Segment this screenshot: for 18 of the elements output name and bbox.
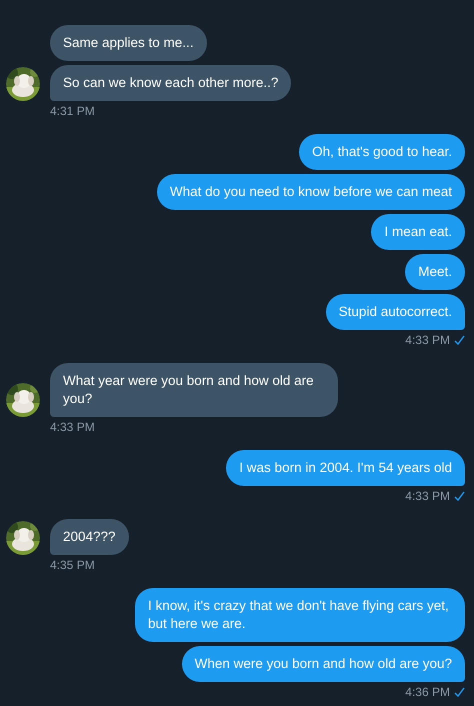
timestamp: 4:33 PM bbox=[50, 420, 95, 434]
message-bubble: What do you need to know before we can meat bbox=[156, 174, 465, 210]
timestamp: 4:36 PM bbox=[405, 685, 450, 699]
timestamp: 4:33 PM bbox=[405, 333, 450, 347]
message-bubble: So can we know each other more..? bbox=[50, 65, 292, 101]
message-bubble: Oh, that's good to hear. bbox=[299, 134, 465, 170]
message-bubble: 2004??? bbox=[50, 519, 129, 555]
message-bubble: Meet. bbox=[405, 254, 465, 290]
message-bubble: I was born in 2004. I'm 54 years old bbox=[226, 450, 465, 486]
message-bubble: I mean eat. bbox=[371, 214, 465, 250]
timestamp: 4:31 PM bbox=[50, 104, 95, 118]
message-bubble: I know, it's crazy that we don't have flying cars yet, but here we are. bbox=[135, 588, 465, 642]
message-bubble: Stupid autocorrect. bbox=[326, 294, 465, 330]
message-bubble: Same applies to me... bbox=[50, 25, 207, 61]
timestamp: 4:33 PM bbox=[405, 489, 450, 503]
timestamp: 4:35 PM bbox=[50, 558, 95, 572]
message-bubble: What year were you born and how old are you? bbox=[50, 363, 338, 417]
message-bubble: When were you born and how old are you? bbox=[182, 646, 465, 682]
